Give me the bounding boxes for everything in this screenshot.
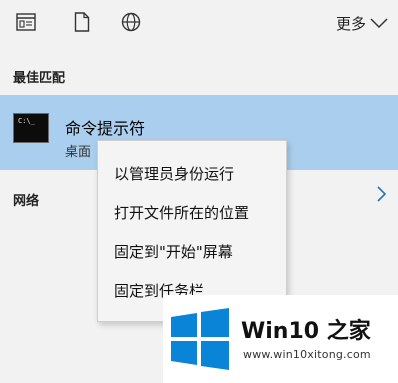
apps-filter-icon[interactable]: [14, 10, 38, 34]
menu-item-open-file-location[interactable]: 打开文件所在的位置: [98, 194, 286, 233]
chevron-right-icon[interactable]: [377, 186, 387, 206]
result-subtitle: 桌面: [65, 145, 92, 160]
more-filters-button[interactable]: 更多: [336, 10, 388, 36]
chevron-down-icon: [370, 17, 388, 28]
document-filter-icon[interactable]: [70, 10, 94, 34]
search-filter-toolbar: 更多: [0, 0, 398, 48]
command-prompt-icon: C:\_: [13, 113, 49, 143]
web-filter-icon[interactable]: [119, 10, 143, 34]
watermark-title: Win10 之家: [241, 319, 371, 344]
network-heading: 网络: [13, 194, 40, 209]
windows-logo-icon: [169, 308, 231, 370]
command-prompt-icon-text: C:\_: [18, 117, 35, 125]
best-match-heading: 最佳匹配: [13, 71, 66, 86]
watermark: Win10 之家 www.win10xitong.com: [163, 295, 398, 383]
watermark-url: www.win10xitong.com: [243, 348, 371, 361]
more-label: 更多: [335, 14, 366, 33]
menu-item-run-as-admin[interactable]: 以管理员身份运行: [98, 155, 286, 194]
result-title: 命令提示符: [65, 119, 146, 138]
menu-item-pin-to-start[interactable]: 固定到"开始"屏幕: [98, 233, 286, 272]
